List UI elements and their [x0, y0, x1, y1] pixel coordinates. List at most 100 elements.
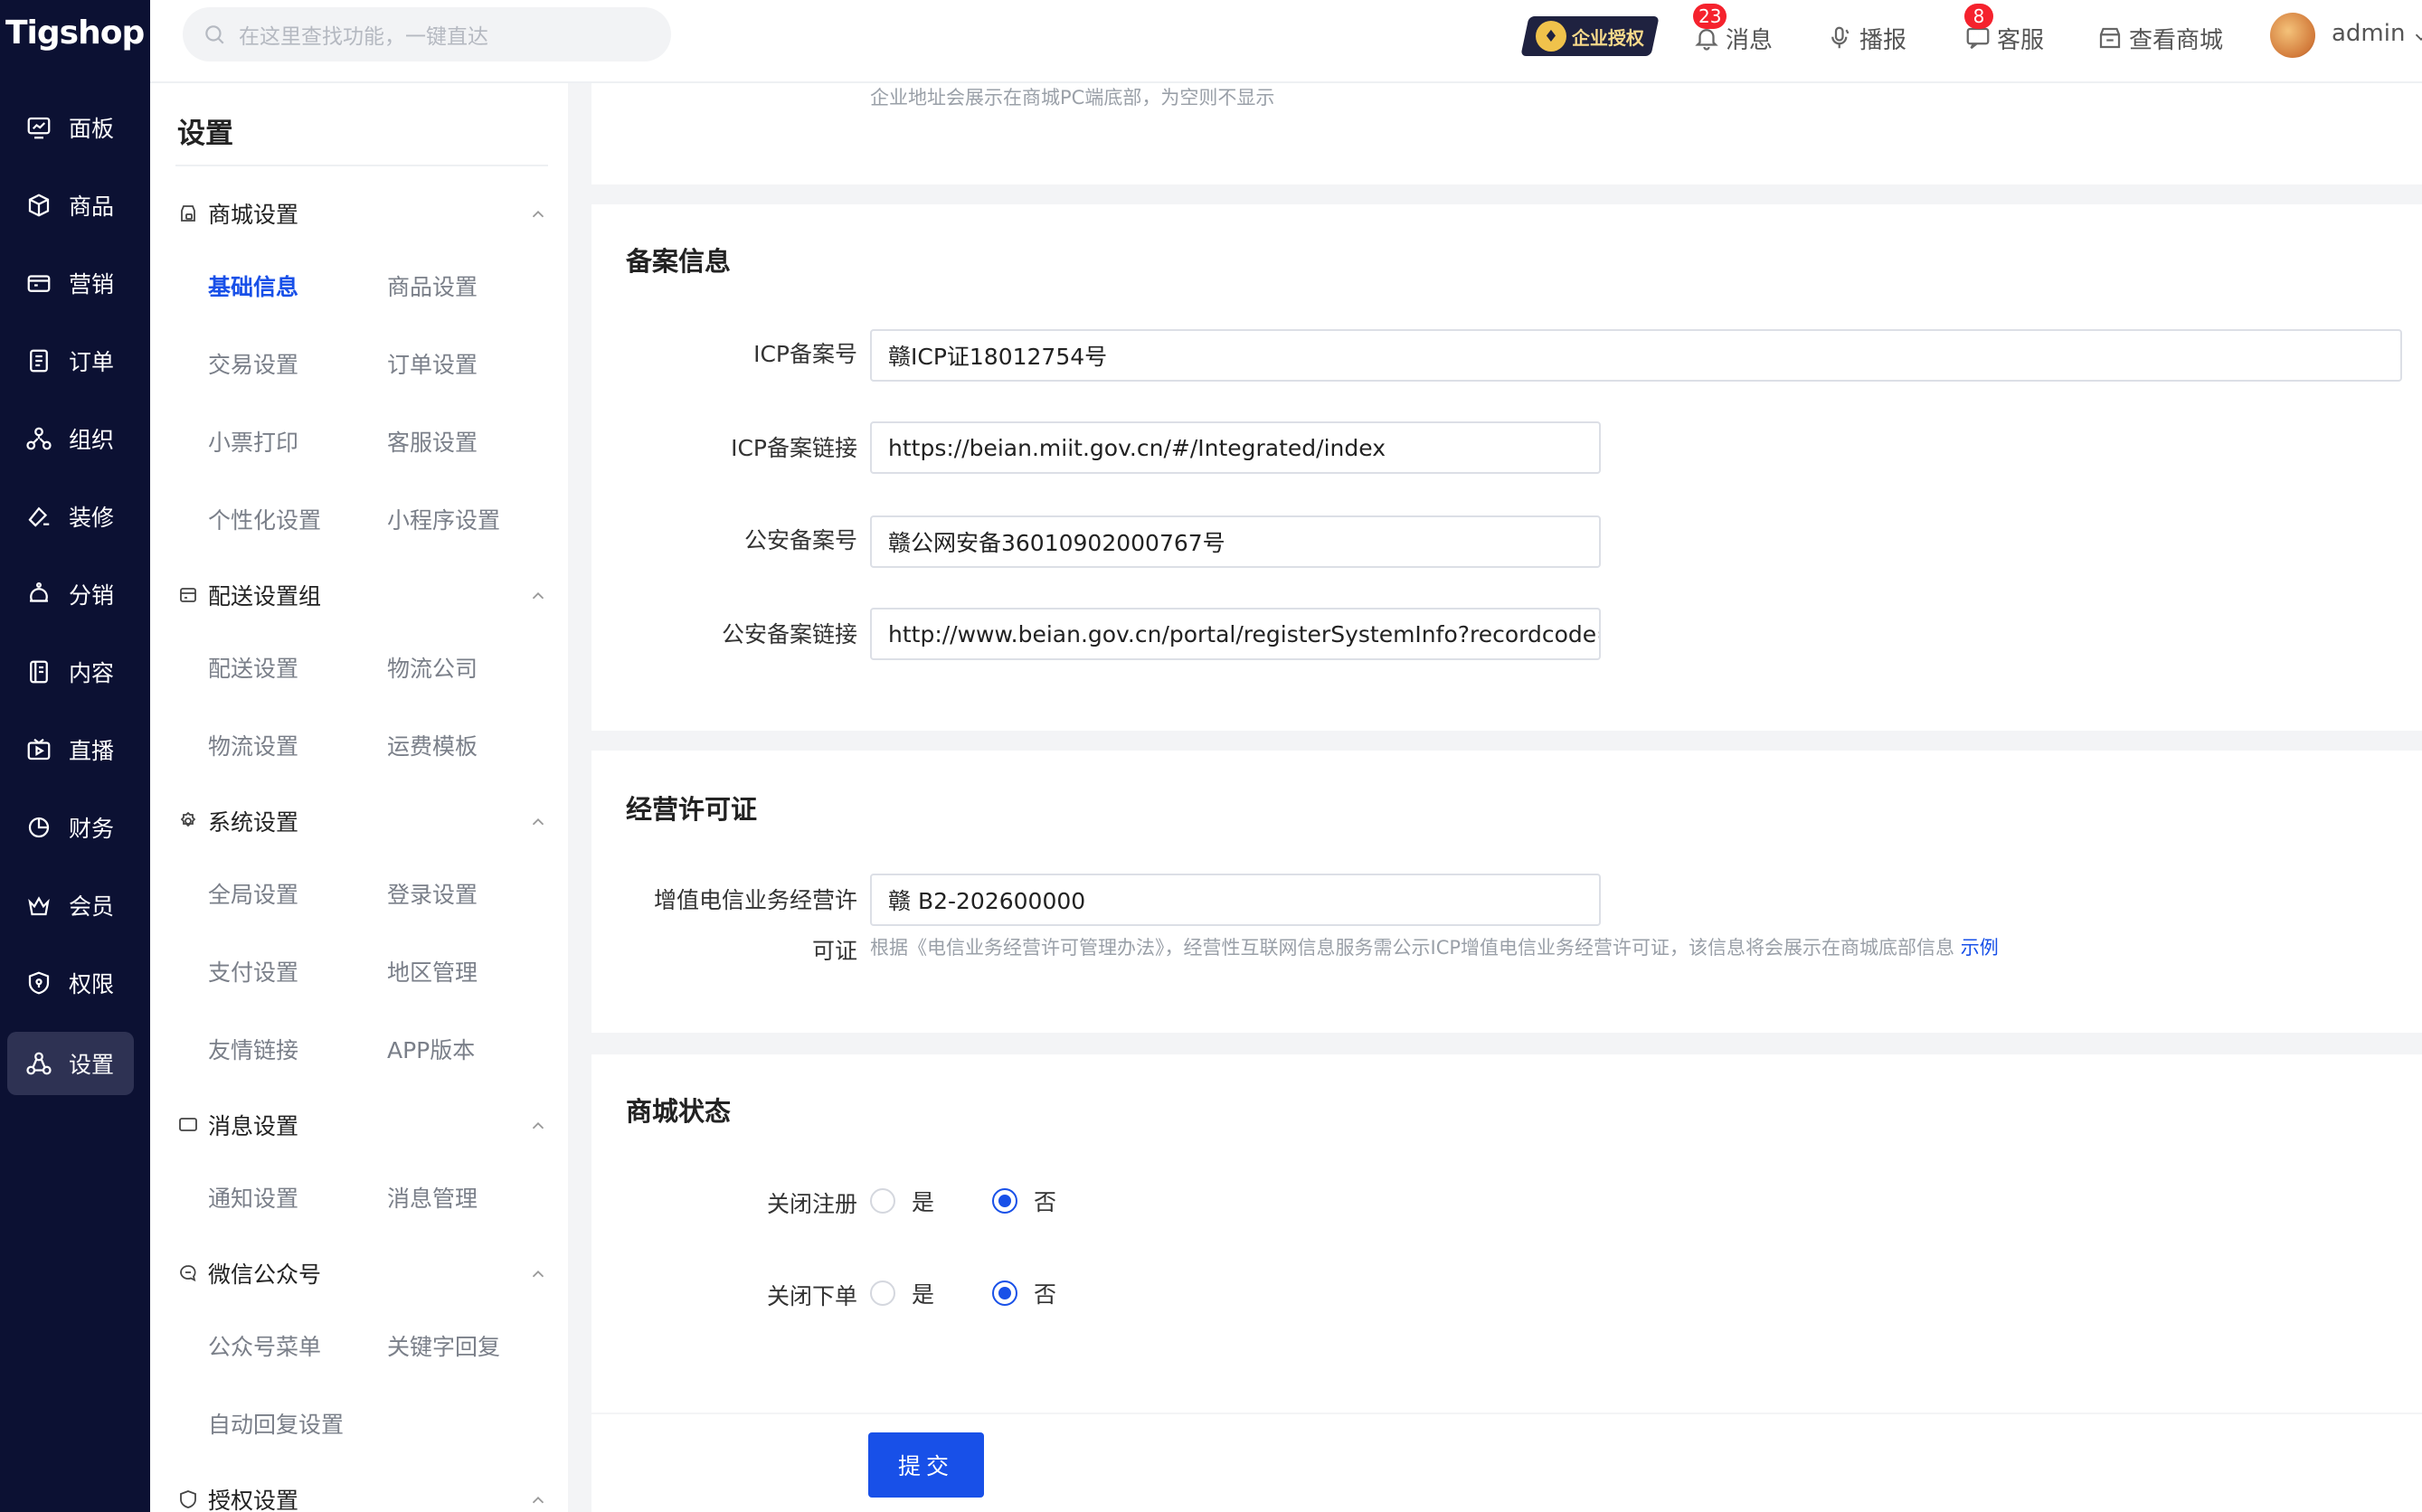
customer-service-button[interactable]: 客服 8	[1964, 4, 2044, 56]
icp-link-input[interactable]: https://beian.miit.gov.cn/#/Integrated/i…	[870, 421, 1601, 474]
sidebar-link-notification-settings[interactable]: 通知设置	[208, 1181, 298, 1214]
submit-button[interactable]: 提交	[868, 1432, 984, 1498]
nav-item-orders[interactable]: 订单	[7, 329, 134, 392]
user-name[interactable]: admin	[2332, 20, 2405, 47]
sidebar-link-shipping-template[interactable]: 运费模板	[387, 729, 478, 761]
nav-item-decoration[interactable]: 装修	[7, 485, 134, 548]
view-store-button[interactable]: 查看商城	[2096, 20, 2223, 56]
tigshop-logo[interactable]: Tigshop	[5, 13, 145, 52]
nav-item-distribution[interactable]: 分销	[7, 562, 134, 626]
sidebar-link-miniprogram[interactable]: 小程序设置	[387, 503, 500, 535]
broadcast-button[interactable]: 播报	[1827, 20, 1906, 56]
settings-sidebar: 设置 商城设置 基础信息 商品设置 交易设置 订单设置 小票打印 客服设置 个性…	[150, 83, 568, 1512]
sidebar-link-trade-settings[interactable]: 交易设置	[208, 347, 298, 380]
sidebar-link-personalization[interactable]: 个性化设置	[208, 503, 321, 535]
shield-icon	[180, 1490, 196, 1508]
messages-count-badge: 23	[1693, 4, 1727, 29]
sidebar-link-basic-info[interactable]: 基础信息	[208, 269, 298, 302]
close-register-no[interactable]: 否	[992, 1185, 1056, 1217]
chevron-up-icon	[532, 1121, 544, 1129]
nav-item-permissions[interactable]: 权限	[7, 951, 134, 1015]
nav-label: 营销	[69, 271, 115, 298]
sidebar-link-region-management[interactable]: 地区管理	[387, 955, 478, 988]
nav-label: 商品	[69, 194, 115, 220]
chevron-up-icon	[532, 817, 544, 826]
police-number-input[interactable]: 赣公网安备36010902000767号	[870, 515, 1601, 568]
enterprise-auth-badge[interactable]: ♦ 企业授权	[1520, 16, 1660, 56]
radio-on[interactable]	[992, 1188, 1018, 1214]
section-title-license: 经营许可证	[626, 794, 758, 825]
divider	[175, 165, 548, 166]
license-example-link[interactable]: 示例	[1961, 937, 1999, 959]
sidebar-link-login-settings[interactable]: 登录设置	[387, 877, 478, 910]
finance-icon	[28, 817, 50, 838]
sidebar-link-auto-reply[interactable]: 自动回复设置	[208, 1407, 344, 1440]
group-mall-settings[interactable]: 商城设置	[177, 195, 548, 232]
sidebar-link-logistics-company[interactable]: 物流公司	[387, 651, 478, 684]
group-authorization-settings[interactable]: 授权设置	[177, 1481, 548, 1512]
search-placeholder: 在这里查找功能，一键直达	[239, 25, 488, 49]
sidebar-title: 设置	[177, 118, 233, 150]
sidebar-link-receipt-print[interactable]: 小票打印	[208, 425, 298, 458]
group-system-settings[interactable]: 系统设置	[177, 803, 548, 839]
sidebar-link-payment-settings[interactable]: 支付设置	[208, 955, 298, 988]
live-icon	[27, 738, 51, 761]
nav-item-marketing[interactable]: 营销	[7, 251, 134, 315]
radio-off[interactable]	[870, 1280, 895, 1306]
group-wechat-official[interactable]: 微信公众号	[177, 1255, 548, 1291]
close-order-no[interactable]: 否	[992, 1277, 1056, 1309]
radio-label: 否	[1034, 1281, 1057, 1308]
sidebar-link-keyword-reply[interactable]: 关键字回复	[387, 1329, 500, 1362]
nav-item-live[interactable]: 直播	[7, 718, 134, 781]
shop-lock-icon	[181, 205, 195, 222]
icp-number-input[interactable]: 赣ICP证18012754号	[870, 329, 2402, 382]
org-icon	[26, 427, 52, 450]
nav-item-settings[interactable]: 设置	[7, 1032, 134, 1095]
nav-label: 设置	[69, 1052, 115, 1078]
order-icon	[30, 349, 48, 373]
address-hint: 企业地址会展示在商城PC端底部，为空则不显示	[870, 87, 1275, 109]
nav-label: 会员	[69, 893, 115, 920]
user-avatar[interactable]	[2270, 13, 2315, 58]
nav-item-dashboard[interactable]: 面板	[7, 96, 134, 159]
radio-label: 是	[912, 1189, 935, 1215]
sidebar-link-delivery-settings[interactable]: 配送设置	[208, 651, 298, 684]
sidebar-link-app-version[interactable]: APP版本	[387, 1033, 475, 1065]
sidebar-link-order-settings[interactable]: 订单设置	[387, 347, 478, 380]
nav-label: 权限	[69, 971, 115, 997]
sidebar-link-friend-links[interactable]: 友情链接	[208, 1033, 298, 1065]
nav-label: 装修	[69, 505, 115, 531]
nav-item-goods[interactable]: 商品	[7, 174, 134, 237]
license-label: 增值电信业务经营许	[653, 887, 857, 913]
sidebar-link-global-settings[interactable]: 全局设置	[208, 877, 298, 910]
chevron-down-icon[interactable]	[2411, 27, 2422, 47]
radio-off[interactable]	[870, 1188, 895, 1214]
license-hint-text: 根据《电信业务经营许可管理办法》，经营性互联网信息服务需公示ICP增值电信业务经…	[870, 937, 1955, 959]
group-title: 配送设置组	[208, 583, 322, 610]
sidebar-link-goods-settings[interactable]: 商品设置	[387, 269, 478, 302]
nav-item-finance[interactable]: 财务	[7, 796, 134, 859]
license-input[interactable]: 赣 B2-202600000	[870, 874, 1601, 926]
close-order-label: 关闭下单	[766, 1283, 857, 1309]
nav-item-organization[interactable]: 组织	[7, 407, 134, 470]
close-order-yes[interactable]: 是	[870, 1277, 934, 1309]
filing-info-card: 备案信息 ICP备案号 赣ICP证18012754号 ICP备案链接 https…	[591, 204, 2422, 731]
nav-item-content[interactable]: 内容	[7, 640, 134, 704]
nav-label: 直播	[69, 738, 115, 764]
nav-item-members[interactable]: 会员	[7, 874, 134, 937]
sidebar-link-message-management[interactable]: 消息管理	[387, 1181, 478, 1214]
chevron-up-icon	[532, 210, 544, 218]
messages-button[interactable]: 消息 23	[1693, 4, 1773, 56]
close-register-yes[interactable]: 是	[870, 1185, 934, 1217]
police-link-input[interactable]: http://www.beian.gov.cn/portal/registerS…	[870, 608, 1601, 660]
radio-on[interactable]	[992, 1280, 1018, 1306]
sidebar-link-logistics-settings[interactable]: 物流设置	[208, 729, 298, 761]
group-delivery-settings[interactable]: 配送设置组	[177, 577, 548, 613]
main-navigation: Tigshop 面板 商品 营销 订单 组织 装修 分销 内容 直播 财务 会员…	[0, 0, 150, 1512]
group-title: 微信公众号	[208, 1262, 322, 1288]
global-search-input[interactable]: 在这里查找功能，一键直达	[183, 7, 671, 61]
group-title: 系统设置	[208, 809, 299, 836]
sidebar-link-official-menu[interactable]: 公众号菜单	[208, 1329, 321, 1362]
group-message-settings[interactable]: 消息设置	[177, 1107, 548, 1143]
sidebar-link-service-settings[interactable]: 客服设置	[387, 425, 478, 458]
